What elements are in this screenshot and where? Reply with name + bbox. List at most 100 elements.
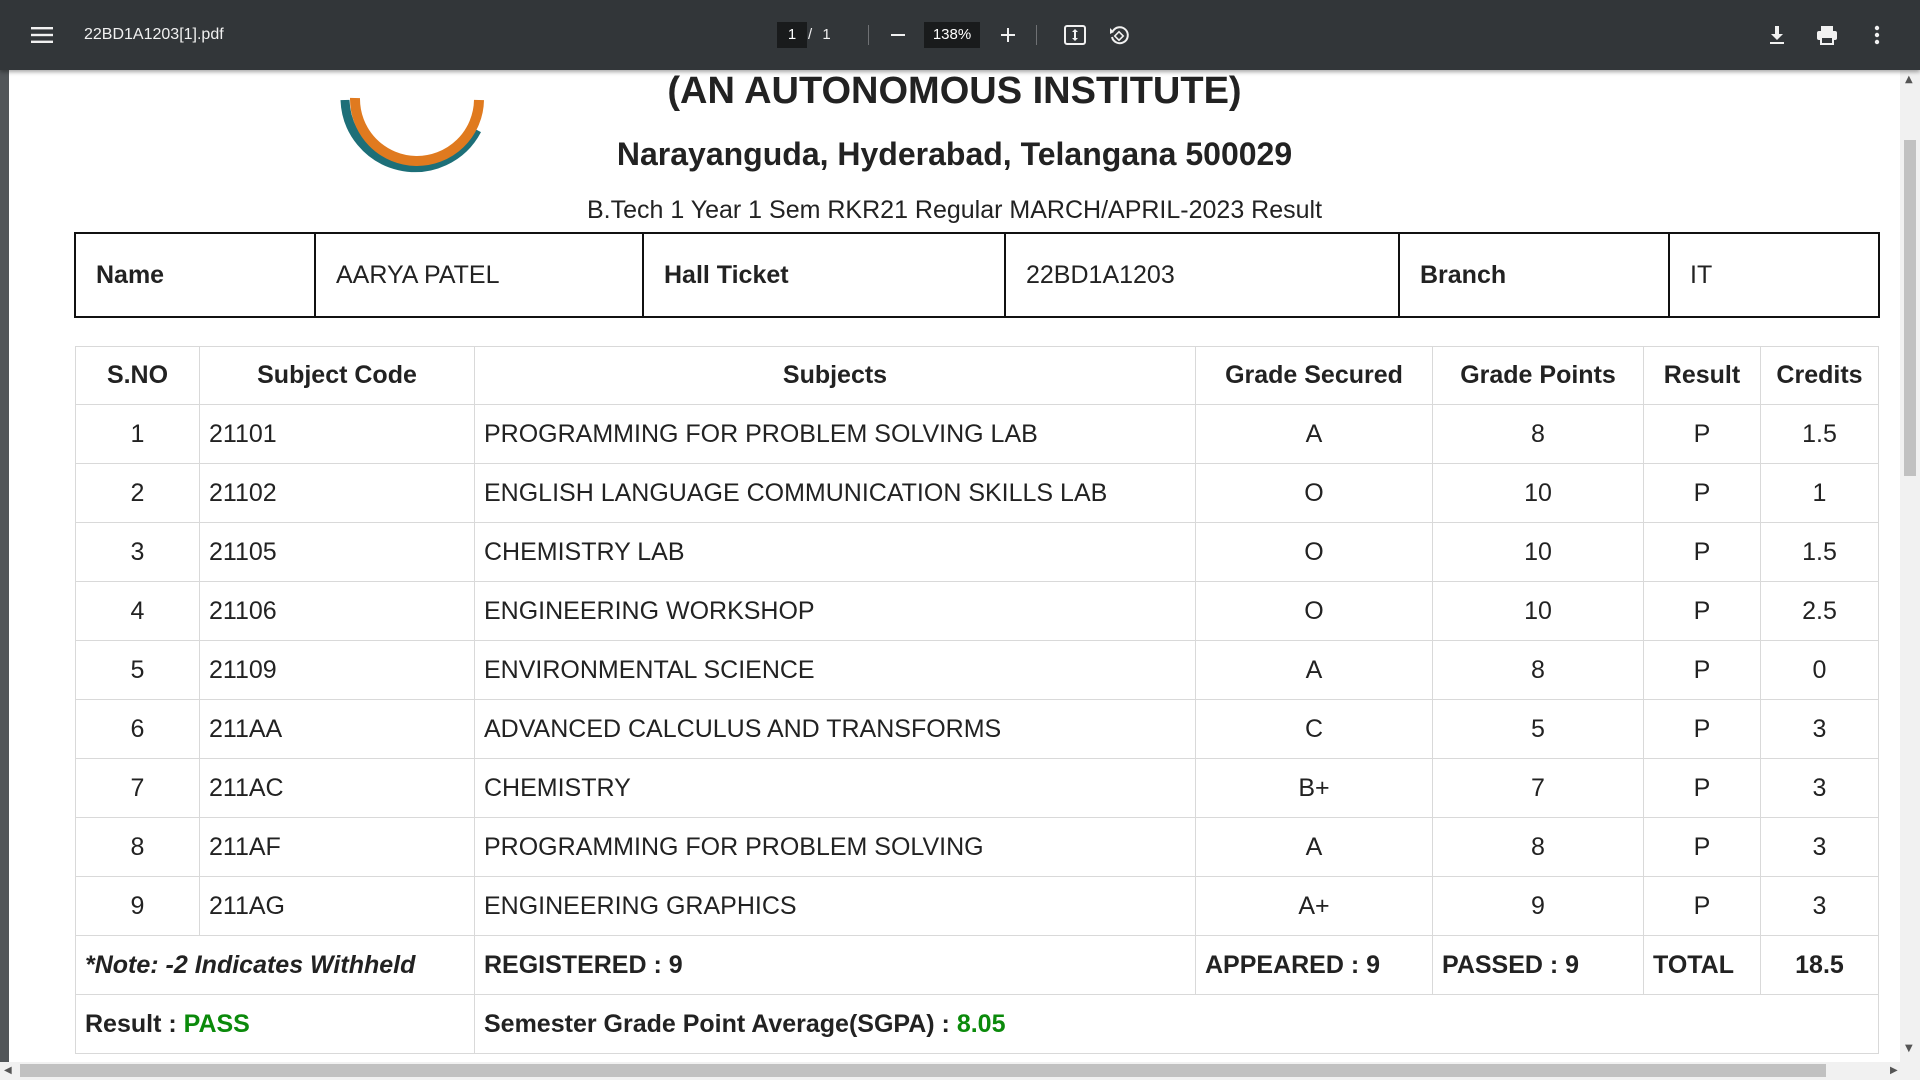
cell-result: P [1643,699,1761,759]
zoom-in-button[interactable] [988,15,1028,55]
marks-table: S.NO Subject Code Subjects Grade Secured… [75,346,1879,1054]
cell-grade-points: 10 [1432,463,1644,523]
cell-result: P [1643,817,1761,877]
fit-to-page-icon [1064,25,1086,45]
table-row: 4 21106 ENGINEERING WORKSHOP O 10 P 2.5 [75,581,1879,641]
cell-credits: 3 [1760,699,1879,759]
column-header: Credits [1760,346,1879,405]
cell-subject-code: 21101 [199,404,475,464]
cell-grade: A+ [1195,876,1433,936]
cell-subject: CHEMISTRY LAB [474,522,1196,582]
result-value: PASS [183,1009,250,1038]
cell-subject-code: 211AC [199,758,475,818]
table-row: 6 211AA ADVANCED CALCULUS AND TRANSFORMS… [75,699,1879,759]
cell-credits: 1.5 [1760,404,1879,464]
rotate-button[interactable] [1099,15,1139,55]
page-count: / 1 [808,26,831,43]
zoom-input[interactable]: 138% [924,22,980,48]
scroll-right-arrow-icon[interactable]: ▶ [1890,1065,1898,1076]
cell-subject-code: 21109 [199,640,475,700]
print-button[interactable] [1807,15,1847,55]
vertical-scrollbar-thumb[interactable] [1904,140,1916,476]
scroll-up-arrow-icon[interactable]: ▲ [1905,74,1913,85]
cell-credits: 1 [1760,463,1879,523]
cell-result: P [1643,522,1761,582]
cell-subject: CHEMISTRY [474,758,1196,818]
cell-subject: PROGRAMMING FOR PROBLEM SOLVING LAB [474,404,1196,464]
table-row: 3 21105 CHEMISTRY LAB O 10 P 1.5 [75,522,1879,582]
cell-credits: 3 [1760,876,1879,936]
cell-subject-code: 21105 [199,522,475,582]
cell-sno: 4 [75,581,200,641]
cell-sno: 3 [75,522,200,582]
cell-credits: 2.5 [1760,581,1879,641]
cell-grade-points: 7 [1432,758,1644,818]
cell-subject-code: 21102 [199,463,475,523]
registered-count: REGISTERED : 9 [474,935,1196,995]
table-row: 9 211AG ENGINEERING GRAPHICS A+ 9 P 3 [75,876,1879,936]
plus-icon [1000,27,1016,43]
cell-subject: ENGINEERING WORKSHOP [474,581,1196,641]
cell-grade-points: 8 [1432,640,1644,700]
cell-result: P [1643,404,1761,464]
download-button[interactable] [1757,15,1797,55]
cell-result: P [1643,640,1761,700]
more-actions-button[interactable] [1857,15,1897,55]
institute-address: Narayanguda, Hyderabad, Telangana 500029 [616,136,1293,172]
appeared-count: APPEARED : 9 [1195,935,1433,995]
cell-sno: 1 [75,404,200,464]
zoom-out-button[interactable] [878,15,918,55]
current-page-input[interactable]: 1 [777,22,807,48]
name-label: Name [74,232,316,318]
cell-sno: 6 [75,699,200,759]
result-label: Result : [85,1009,184,1038]
cell-result: P [1643,463,1761,523]
passed-count: PASSED : 9 [1432,935,1644,995]
cell-sno: 9 [75,876,200,936]
toolbar-divider [868,25,869,45]
horizontal-scrollbar-thumb[interactable] [20,1064,1826,1077]
cell-grade: O [1195,463,1433,523]
cell-sno: 7 [75,758,200,818]
rotate-icon [1108,24,1130,46]
student-name: AARYA PATEL [314,232,644,318]
table-row: 8 211AF PROGRAMMING FOR PROBLEM SOLVING … [75,817,1879,877]
column-header: Subjects [474,346,1196,405]
cell-grade-points: 10 [1432,581,1644,641]
cell-subject-code: 211AG [199,876,475,936]
summary-row: *Note: -2 Indicates Withheld REGISTERED … [75,935,1879,995]
total-credits: 18.5 [1760,935,1879,995]
scroll-left-arrow-icon[interactable]: ◀ [4,1065,12,1076]
hall-ticket-label: Hall Ticket [642,232,1006,318]
cell-subject: ENGINEERING GRAPHICS [474,876,1196,936]
column-header: Grade Secured [1195,346,1433,405]
pdf-viewer: (AN AUTONOMOUS INSTITUTE) Narayanguda, H… [0,70,1920,1065]
cell-grade-points: 5 [1432,699,1644,759]
scroll-down-arrow-icon[interactable]: ▼ [1905,1043,1913,1054]
table-row: 5 21109 ENVIRONMENTAL SCIENCE A 8 P 0 [75,640,1879,700]
fit-to-page-button[interactable] [1055,15,1095,55]
sgpa-value: 8.05 [956,1009,1006,1038]
overall-result-cell: Result : PASS [75,994,475,1054]
table-header-row: S.NO Subject Code Subjects Grade Secured… [75,346,1879,405]
cell-grade: B+ [1195,758,1433,818]
cell-result: P [1643,581,1761,641]
table-row: 2 21102 ENGLISH LANGUAGE COMMUNICATION S… [75,463,1879,523]
hall-ticket-number: 22BD1A1203 [1004,232,1400,318]
student-info-table: Name AARYA PATEL Hall Ticket 22BD1A1203 … [74,232,1880,318]
cell-grade: A [1195,640,1433,700]
cell-subject-code: 21106 [199,581,475,641]
column-header: S.NO [75,346,200,405]
cell-subject: PROGRAMMING FOR PROBLEM SOLVING [474,817,1196,877]
cell-grade: C [1195,699,1433,759]
cell-credits: 3 [1760,758,1879,818]
institute-subtitle: (AN AUTONOMOUS INSTITUTE) [667,70,1242,112]
table-row: 1 21101 PROGRAMMING FOR PROBLEM SOLVING … [75,404,1879,464]
cell-sno: 2 [75,463,200,523]
cell-subject: ADVANCED CALCULUS AND TRANSFORMS [474,699,1196,759]
menu-button[interactable] [22,15,62,55]
cell-grade-points: 10 [1432,522,1644,582]
cell-credits: 0 [1760,640,1879,700]
hamburger-menu-icon [31,27,53,43]
print-icon [1816,25,1838,45]
